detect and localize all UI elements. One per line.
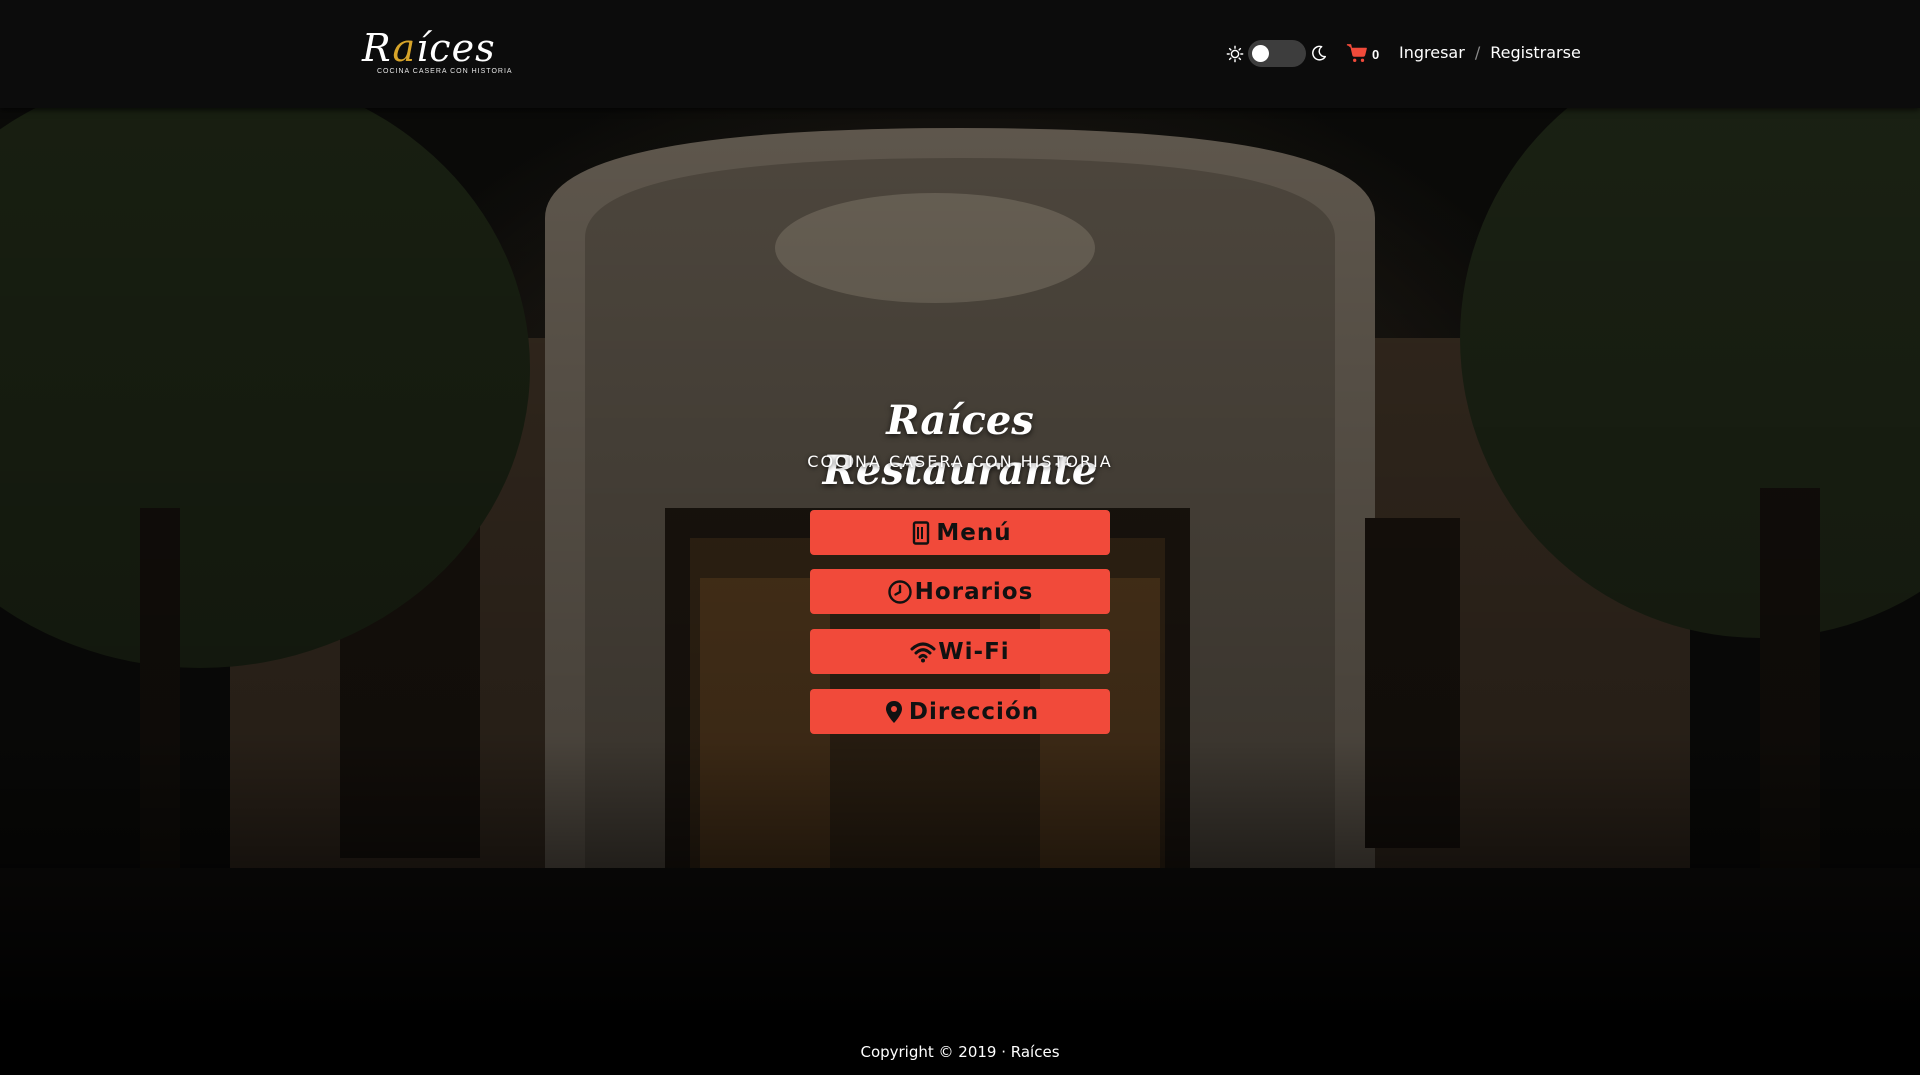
copyright-text: Copyright © 2019 · Raíces [860, 1043, 1060, 1061]
register-link[interactable]: Registrarse [1490, 43, 1581, 62]
login-link[interactable]: Ingresar [1399, 43, 1465, 62]
clock-icon [887, 579, 912, 604]
sun-icon [1226, 45, 1244, 63]
wifi-icon [910, 642, 936, 662]
logo[interactable]: Raíces COCINA CASERA CON HISTORIA [362, 26, 532, 80]
cart-button[interactable]: 0 [1346, 42, 1384, 66]
toggle-knob [1252, 45, 1269, 62]
auth-links: Ingresar / Registrarse [1399, 43, 1581, 62]
menu-book-icon [913, 520, 930, 545]
address-button[interactable]: Dirección [810, 689, 1110, 734]
auth-separator: / [1474, 43, 1481, 62]
site-footer: Copyright © 2019 · Raíces [0, 1010, 1920, 1075]
cart-icon [1346, 44, 1367, 62]
wifi-button-label: Wi-Fi [938, 638, 1010, 665]
hero-subtitle: COCINA CASERA CON HISTORIA [807, 452, 1113, 471]
logo-wordmark: Raíces [362, 26, 496, 70]
menu-button-label: Menú [936, 519, 1012, 546]
wifi-button[interactable]: Wi-Fi [810, 629, 1110, 674]
hero-content: Raíces Restaurante COCINA CASERA CON HIS… [0, 108, 1920, 1010]
hours-button[interactable]: Horarios [810, 569, 1110, 614]
menu-button[interactable]: Menú [810, 510, 1110, 555]
cart-count: 0 [1372, 47, 1380, 62]
moon-icon [1312, 45, 1327, 61]
dark-mode-toggle[interactable] [1248, 40, 1306, 67]
logo-tagline: COCINA CASERA CON HISTORIA [377, 68, 513, 75]
hero-section: Raíces Restaurante COCINA CASERA CON HIS… [0, 108, 1920, 1010]
hours-button-label: Horarios [914, 578, 1034, 605]
location-pin-icon [885, 700, 902, 723]
address-button-label: Dirección [908, 698, 1040, 725]
hero-title: Raíces Restaurante [822, 397, 1098, 494]
site-header: Raíces COCINA CASERA CON HISTORIA 0 Ingr… [0, 0, 1920, 108]
theme-switch [1226, 38, 1328, 70]
